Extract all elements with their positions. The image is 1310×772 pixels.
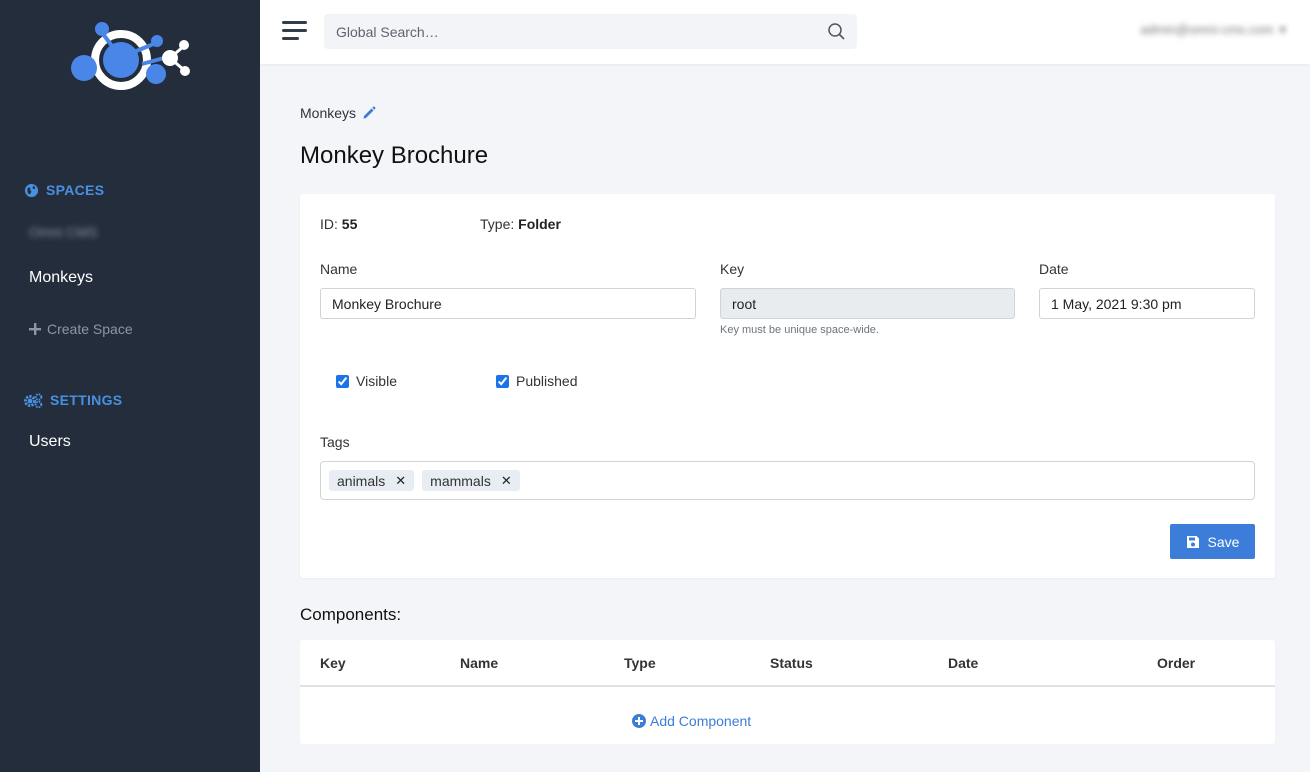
column-header-type[interactable]: Type bbox=[624, 655, 656, 671]
column-header-order[interactable]: Order bbox=[1157, 655, 1195, 671]
create-space-link[interactable]: Create Space bbox=[29, 321, 133, 337]
add-component-label: Add Component bbox=[650, 713, 752, 729]
type-value: Folder bbox=[518, 216, 561, 232]
date-label: Date bbox=[1039, 261, 1069, 277]
id-display: ID: 55 bbox=[320, 216, 357, 232]
user-menu[interactable]: admin@omni-cms.com ▾ bbox=[1140, 22, 1286, 38]
save-label: Save bbox=[1207, 533, 1240, 550]
key-label: Key bbox=[720, 261, 745, 277]
global-search bbox=[324, 14, 857, 49]
floppy-disk-icon bbox=[1186, 535, 1199, 548]
globe-icon bbox=[24, 183, 39, 197]
key-field bbox=[720, 288, 1015, 319]
sidebar-item-omni-cms[interactable]: Omni CMS bbox=[29, 224, 97, 240]
spaces-heading-label: SPACES bbox=[46, 182, 105, 198]
visible-checkbox[interactable] bbox=[336, 374, 349, 388]
plus-icon bbox=[29, 323, 41, 335]
menu-toggle-button[interactable] bbox=[282, 21, 307, 41]
type-label: Type: bbox=[480, 216, 515, 232]
tag-chip: mammals ✕ bbox=[422, 470, 520, 491]
add-component-link[interactable]: Add Component bbox=[632, 713, 751, 729]
column-header-name[interactable]: Name bbox=[460, 655, 498, 671]
breadcrumb: Monkeys bbox=[300, 105, 376, 121]
save-button[interactable]: Save bbox=[1170, 524, 1255, 559]
tag-chip: animals ✕ bbox=[329, 470, 415, 491]
settings-heading: SETTINGS bbox=[24, 392, 122, 408]
key-help-text: Key must be unique space-wide. bbox=[720, 324, 879, 336]
pencil-icon[interactable] bbox=[362, 106, 376, 120]
date-field[interactable] bbox=[1039, 288, 1255, 319]
sidebar-item-users[interactable]: Users bbox=[29, 433, 71, 451]
id-value: 55 bbox=[341, 216, 358, 232]
column-header-key[interactable]: Key bbox=[320, 655, 346, 671]
spaces-heading: SPACES bbox=[24, 182, 104, 198]
tag-label: animals bbox=[337, 472, 386, 489]
id-label: ID: bbox=[320, 216, 338, 232]
name-label: Name bbox=[320, 261, 358, 277]
folder-form-card: ID: 55 Type: Folder Name Key Key must be… bbox=[300, 194, 1275, 578]
tags-label: Tags bbox=[320, 434, 350, 450]
page-title: Monkey Brochure bbox=[300, 142, 489, 169]
breadcrumb-space[interactable]: Monkeys bbox=[300, 105, 356, 121]
topbar: admin@omni-cms.com ▾ bbox=[260, 0, 1310, 64]
search-icon[interactable] bbox=[828, 23, 845, 40]
published-checkbox[interactable] bbox=[496, 374, 509, 388]
remove-tag-icon[interactable]: ✕ bbox=[501, 473, 512, 489]
type-display: Type: Folder bbox=[480, 216, 561, 232]
user-email: admin@omni-cms.com bbox=[1140, 22, 1274, 37]
chevron-down-icon: ▾ bbox=[1279, 22, 1286, 37]
plus-circle-icon bbox=[632, 714, 646, 728]
visible-checkbox-group[interactable]: Visible bbox=[336, 373, 397, 389]
name-field[interactable] bbox=[320, 288, 696, 319]
column-header-date[interactable]: Date bbox=[948, 655, 978, 671]
published-label: Published bbox=[516, 373, 578, 389]
omni-logo bbox=[71, 22, 190, 90]
tag-label: mammals bbox=[430, 472, 491, 489]
components-table: Key Name Type Status Date Order Add Comp… bbox=[300, 640, 1275, 744]
header-divider bbox=[300, 685, 1275, 687]
visible-label: Visible bbox=[356, 373, 397, 389]
settings-heading-label: SETTINGS bbox=[50, 392, 123, 408]
sidebar-item-monkeys[interactable]: Monkeys bbox=[29, 269, 93, 287]
sidebar: SPACES Omni CMS Monkeys Create Space SET… bbox=[0, 0, 260, 772]
search-input[interactable] bbox=[324, 14, 857, 49]
tags-input[interactable]: animals ✕ mammals ✕ bbox=[320, 461, 1255, 500]
remove-tag-icon[interactable]: ✕ bbox=[395, 473, 406, 489]
column-header-status[interactable]: Status bbox=[770, 655, 813, 671]
published-checkbox-group[interactable]: Published bbox=[496, 373, 578, 389]
create-space-label: Create Space bbox=[47, 321, 133, 337]
gears-icon bbox=[24, 392, 43, 408]
components-title: Components: bbox=[300, 605, 402, 624]
